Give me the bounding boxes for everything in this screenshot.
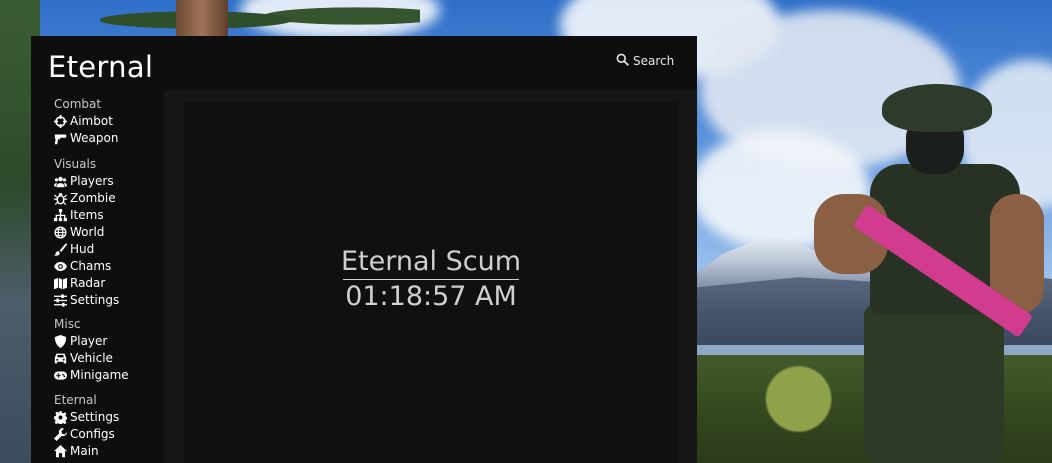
wrench-icon (54, 428, 70, 441)
main-content: Eternal Scum 01:18:57 AM (164, 90, 697, 463)
sidebar-item-hud[interactable]: Hud (54, 241, 119, 258)
sidebar-item-chams[interactable]: Chams (54, 258, 119, 275)
sitemap-icon (54, 209, 70, 222)
sidebar-item-radar[interactable]: Radar (54, 275, 119, 292)
section-title: Visuals (54, 157, 97, 171)
tree-trunk (176, 0, 228, 40)
sidebar-item-visual-settings[interactable]: Settings (54, 292, 119, 309)
sidebar-item-aimbot[interactable]: Aimbot (54, 113, 118, 130)
soldier-legs (864, 304, 1004, 463)
pistol-icon (54, 132, 70, 145)
paintbrush-icon (54, 243, 70, 256)
globe-icon (54, 226, 70, 239)
sidebar-item-weapon[interactable]: Weapon (54, 130, 118, 147)
home-icon (54, 445, 70, 458)
bug-icon (54, 192, 70, 205)
shield-icon (54, 335, 70, 348)
sidebar-item-label: Settings (70, 293, 120, 307)
clock: 01:18:57 AM (345, 281, 517, 312)
sidebar-item-player[interactable]: Player (54, 333, 129, 350)
sidebar-item-label: Zombie (70, 191, 116, 205)
eye-icon (54, 260, 70, 273)
sidebar-item-label: Chams (70, 259, 112, 273)
welcome-card: Eternal Scum 01:18:57 AM (184, 102, 678, 463)
section-title: Misc (54, 317, 81, 331)
sidebar-item-label: Weapon (70, 131, 119, 145)
menu-panel: Eternal Search Combat Aimbot Weapon Visu… (31, 36, 697, 463)
soldier-boonie-hat (882, 84, 992, 132)
sidebar-section-visuals: Visuals Players Zombie Items World Hud C… (54, 156, 119, 309)
search-label: Search (633, 54, 675, 68)
sidebar-item-world[interactable]: World (54, 224, 119, 241)
sidebar-item-label: Settings (70, 410, 120, 424)
welcome-block: Eternal Scum 01:18:57 AM (184, 245, 678, 314)
section-title: Eternal (54, 393, 97, 407)
sidebar-section-misc: Misc Player Vehicle Minigame (54, 316, 129, 384)
sliders-icon (54, 294, 70, 307)
sidebar-item-label: Players (70, 174, 114, 188)
map-icon (54, 277, 70, 290)
sidebar-section-eternal: Eternal Settings Configs Main (54, 392, 119, 460)
sidebar-item-label: Minigame (70, 368, 129, 382)
sidebar-item-label: Player (70, 334, 108, 348)
sidebar-item-vehicle[interactable]: Vehicle (54, 350, 129, 367)
sidebar-section-combat: Combat Aimbot Weapon (54, 96, 118, 147)
tree-branches (100, 0, 420, 40)
sidebar-item-label: Configs (70, 427, 115, 441)
gear-icon (54, 411, 70, 424)
sidebar-item-label: Items (70, 208, 104, 222)
sidebar-item-label: Hud (70, 242, 95, 256)
header-bar: Eternal Search (31, 36, 697, 90)
search-button[interactable]: Search (616, 53, 674, 69)
users-icon (54, 175, 70, 188)
sidebar-item-players[interactable]: Players (54, 173, 119, 190)
sidebar-item-minigame[interactable]: Minigame (54, 367, 129, 384)
section-title: Combat (54, 97, 102, 111)
sidebar-item-main[interactable]: Main (54, 443, 119, 460)
app-title: Eternal (48, 50, 154, 84)
search-icon (616, 53, 629, 69)
soldier-character (814, 84, 1052, 463)
crosshair-icon (54, 115, 70, 128)
sidebar-item-label: Main (70, 444, 99, 458)
gamepad-icon (54, 369, 70, 382)
sidebar-item-label: Vehicle (70, 351, 113, 365)
sidebar-item-label: Radar (70, 276, 106, 290)
car-icon (54, 352, 70, 365)
sidebar-item-items[interactable]: Items (54, 207, 119, 224)
sidebar-item-label: Aimbot (70, 114, 113, 128)
welcome-name: Eternal Scum (340, 246, 522, 277)
sidebar-item-zombie[interactable]: Zombie (54, 190, 119, 207)
sidebar: Combat Aimbot Weapon Visuals Players Zom… (31, 90, 164, 463)
sidebar-item-label: World (70, 225, 105, 239)
sidebar-item-configs[interactable]: Configs (54, 426, 119, 443)
sidebar-item-settings[interactable]: Settings (54, 409, 119, 426)
